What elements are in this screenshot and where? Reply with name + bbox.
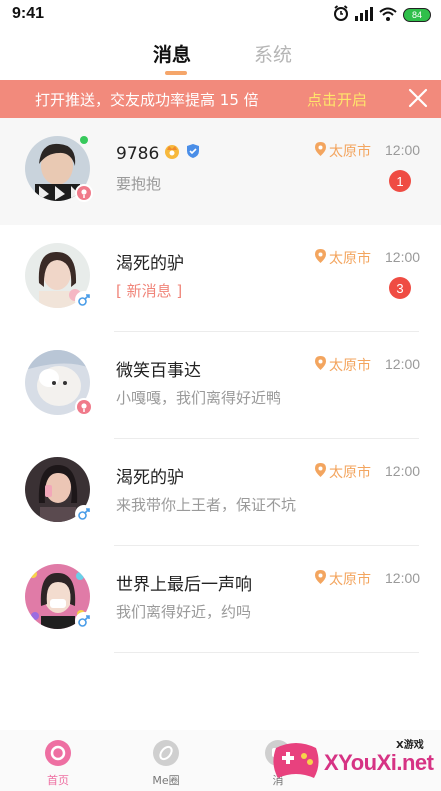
avatar[interactable] [25, 136, 93, 202]
male-icon [75, 291, 93, 309]
chat-preview: 我们离得好近，约吗 [116, 603, 252, 621]
location-text: 太原市 [329, 572, 371, 588]
chat-preview: 小嘎嘎，我们离得好近鸭 [116, 389, 282, 407]
tab-system[interactable]: 系统 [254, 40, 292, 67]
chat-name-row: 渴死的驴 [116, 249, 184, 274]
location-pin-icon [315, 463, 326, 481]
chat-time: 12:00 [385, 570, 421, 586]
chat-name-row: 世界上最后一声响 [116, 570, 252, 595]
home-icon [45, 740, 71, 766]
chat-name: 微笑百事达 [116, 361, 201, 381]
nav-item-me-circle[interactable]: Me圈 [136, 740, 196, 788]
female-icon [75, 398, 93, 416]
nav-label: Me圈 [152, 774, 180, 787]
watermark: X游戏 XYouXi.net [268, 736, 438, 788]
chat-name: 世界上最后一声响 [116, 575, 252, 595]
chat-location: 太原市 [315, 141, 371, 161]
wifi-icon [379, 6, 397, 25]
male-icon [75, 505, 93, 523]
location-text: 太原市 [329, 144, 371, 160]
chat-preview: 要抱抱 [116, 175, 162, 193]
push-banner: 打开推送，交友成功率提高 15 倍 点击开启 [0, 80, 441, 118]
status-time: 9:41 [12, 5, 45, 22]
nav-label: 首页 [47, 774, 69, 787]
avatar[interactable] [25, 350, 93, 416]
chat-preview: [ 新消息 ] [116, 282, 183, 300]
avatar[interactable] [25, 564, 93, 630]
chat-item[interactable]: 世界上最后一声响 我们离得好近，约吗 太原市 12:00 [0, 546, 441, 653]
location-text: 太原市 [329, 251, 371, 267]
chat-name-row: 微笑百事达 [116, 356, 201, 381]
avatar[interactable] [25, 243, 93, 309]
chat-time: 12:00 [385, 142, 421, 158]
chat-item[interactable]: 渴死的驴 来我带你上王者，保证不坑 太原市 12:00 [0, 439, 441, 546]
tab-messages[interactable]: 消息 [153, 40, 191, 67]
crown-badge-icon [163, 142, 181, 165]
status-bar: 9:41 84 [0, 0, 441, 30]
location-text: 太原市 [329, 358, 371, 374]
tab-indicator [165, 71, 187, 75]
shield-badge-icon [185, 143, 201, 164]
chat-name: 9786 [116, 143, 160, 164]
chat-name: 渴死的驴 [116, 468, 184, 488]
close-icon[interactable] [407, 87, 429, 109]
leaf-icon [153, 740, 179, 766]
banner-text: 打开推送，交友成功率提高 15 倍 [35, 91, 259, 109]
avatar[interactable] [25, 457, 93, 523]
enable-push-button[interactable]: 点击开启 [307, 89, 367, 110]
location-pin-icon [315, 249, 326, 267]
location-pin-icon [315, 570, 326, 588]
watermark-small: X游戏 [396, 740, 424, 751]
chat-time: 12:00 [385, 463, 421, 479]
chat-item[interactable]: 渴死的驴 [ 新消息 ] 太原市 12:00 3 [0, 225, 441, 332]
unread-badge: 3 [389, 277, 411, 299]
chat-time: 12:00 [385, 249, 421, 265]
chat-item[interactable]: 微笑百事达 小嘎嘎，我们离得好近鸭 太原市 12:00 [0, 332, 441, 439]
chat-name-row: 渴死的驴 [116, 463, 184, 488]
unread-badge: 1 [389, 170, 411, 192]
chat-item[interactable]: 9786 要抱抱 太原市 12:00 1 [0, 118, 441, 225]
status-icons: 84 [333, 5, 431, 25]
alarm-icon [333, 5, 349, 25]
divider [114, 652, 419, 653]
female-icon [75, 184, 93, 202]
chat-name-row: 9786 [116, 142, 201, 165]
chat-location: 太原市 [315, 462, 371, 482]
gamepad-logo-icon [270, 740, 322, 790]
location-pin-icon [315, 356, 326, 374]
location-text: 太原市 [329, 465, 371, 481]
watermark-brand: XYouXi.net [324, 750, 434, 775]
battery-icon: 84 [403, 8, 431, 22]
male-icon [75, 612, 93, 630]
chat-location: 太原市 [315, 248, 371, 268]
chat-location: 太原市 [315, 569, 371, 589]
nav-item-home[interactable]: 首页 [28, 740, 88, 788]
online-status-dot [80, 136, 88, 144]
chat-list: 9786 要抱抱 太原市 12:00 1 渴死的驴 [新消息] 太原市 12… [0, 118, 441, 653]
chat-name: 渴死的驴 [116, 254, 184, 274]
message-tabs: 消息 系统 [0, 40, 441, 80]
chat-time: 12:00 [385, 356, 421, 372]
location-pin-icon [315, 142, 326, 160]
chat-location: 太原市 [315, 355, 371, 375]
chat-preview: 来我带你上王者，保证不坑 [116, 496, 297, 514]
signal-icon [355, 6, 373, 25]
